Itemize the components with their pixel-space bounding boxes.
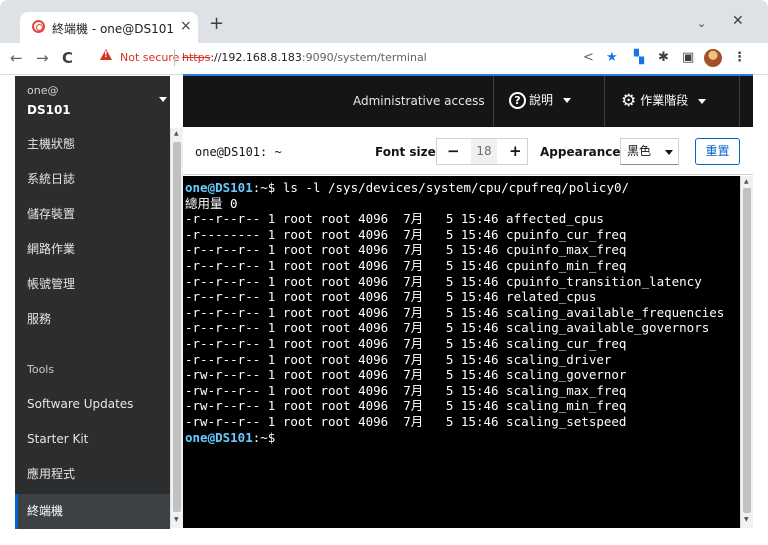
terminal-output-line: -r--r--r-- 1 root root 4096 7月 5 15:46 s… bbox=[185, 335, 627, 351]
terminal-output-line: -r-------- 1 root root 4096 7月 5 15:46 c… bbox=[185, 226, 627, 242]
sidebar-item-services[interactable]: 服務 bbox=[15, 302, 170, 337]
sidebar-item-networking[interactable]: 網路作業 bbox=[15, 232, 170, 267]
sidebar-item-terminal[interactable]: 終端機 bbox=[15, 494, 170, 529]
scroll-down-icon[interactable]: ▼ bbox=[174, 516, 179, 523]
tab-title: 終端機 - one@DS101 bbox=[52, 22, 175, 36]
help-label: 說明 bbox=[529, 93, 554, 107]
browser-menu-icon[interactable]: ⋮ bbox=[733, 50, 746, 66]
terminal-output-line: -rw-r--r-- 1 root root 4096 7月 5 15:46 s… bbox=[185, 382, 627, 398]
side-panel-icon[interactable]: ▣ bbox=[682, 50, 694, 66]
sidebar-item-applications[interactable]: 應用程式 bbox=[15, 457, 170, 492]
host-switcher[interactable]: one@ DS101 bbox=[15, 76, 170, 127]
url-text[interactable]: https://192.168.8.183:9090/system/termin… bbox=[182, 51, 427, 64]
host-user: one@ bbox=[27, 84, 59, 97]
terminal-screen[interactable]: one@DS101:~$ ls -l /sys/devices/system/c… bbox=[183, 176, 740, 528]
tab-strip: 終端機 - one@DS101 × + ⌄ ✕ bbox=[0, 0, 768, 43]
forward-arrow-icon[interactable]: → bbox=[36, 48, 49, 68]
terminal-output-line: -rw-r--r-- 1 root root 4096 7月 5 15:46 s… bbox=[185, 398, 627, 414]
browser-window: 終端機 - one@DS101 × + ⌄ ✕ ← → C Not secure… bbox=[0, 0, 768, 545]
sidebar-section-tools: Tools bbox=[27, 363, 55, 376]
terminal-output-line: -rw-r--r-- 1 root root 4096 7月 5 15:46 s… bbox=[185, 413, 627, 429]
browser-toolbar: ← → C Not secure https://192.168.8.183:9… bbox=[0, 43, 768, 75]
cockpit-favicon-icon bbox=[32, 20, 45, 33]
prompt-path: :~$ bbox=[252, 180, 276, 195]
share-icon[interactable]: < bbox=[583, 50, 594, 66]
terminal-scrollbar-thumb[interactable] bbox=[743, 188, 751, 513]
sidebar-item-logs[interactable]: 系統日誌 bbox=[15, 162, 170, 197]
gear-icon: ⚙ bbox=[621, 91, 637, 111]
administrative-access-button[interactable]: Administrative access bbox=[353, 94, 485, 108]
sidebar-item-starter-kit[interactable]: Starter Kit bbox=[15, 422, 170, 457]
appearance-label: Appearance bbox=[540, 145, 621, 159]
host-name: DS101 bbox=[27, 103, 71, 117]
font-size-increase-button[interactable]: + bbox=[509, 142, 522, 160]
terminal-scrollbar[interactable]: ▲ ▼ bbox=[740, 176, 753, 528]
prompt-user: one@DS101 bbox=[185, 180, 253, 195]
terminal-toolbar: one@DS101: ~ Font size − 18 + Appearance… bbox=[183, 128, 753, 175]
font-size-decrease-button[interactable]: − bbox=[447, 142, 460, 160]
chevron-down-icon bbox=[665, 150, 673, 155]
reset-button[interactable]: 重置 bbox=[695, 138, 740, 165]
browser-tab[interactable]: 終端機 - one@DS101 × bbox=[20, 12, 198, 43]
chevron-down-icon bbox=[563, 98, 572, 103]
extensions-puzzle-icon[interactable]: ✱ bbox=[658, 50, 669, 66]
terminal-command: ls -l /sys/devices/system/cpu/cpufreq/po… bbox=[275, 180, 630, 195]
not-secure-label[interactable]: Not secure bbox=[120, 51, 179, 64]
font-size-value: 18 bbox=[471, 139, 497, 164]
address-bar[interactable]: Not secure https://192.168.8.183:9090/sy… bbox=[92, 46, 562, 72]
tab-search-icon[interactable]: ⌄ bbox=[697, 17, 706, 30]
sidebar-scrollbar-thumb[interactable] bbox=[173, 142, 181, 512]
sidebar-item-storage[interactable]: 儲存裝置 bbox=[15, 197, 170, 232]
profile-avatar[interactable] bbox=[704, 49, 722, 67]
translate-icon[interactable]: ▚ bbox=[634, 50, 644, 66]
scroll-up-icon[interactable]: ▲ bbox=[744, 178, 749, 185]
terminal-output-line: -r--r--r-- 1 root root 4096 7月 5 15:46 s… bbox=[185, 320, 710, 336]
back-arrow-icon[interactable]: ← bbox=[10, 48, 23, 68]
new-tab-button[interactable]: + bbox=[209, 15, 224, 33]
terminal-output-line: -r--r--r-- 1 root root 4096 7月 5 15:46 r… bbox=[185, 289, 597, 305]
terminal-output-line: -rw-r--r-- 1 root root 4096 7月 5 15:46 s… bbox=[185, 367, 627, 383]
bookmark-star-icon[interactable]: ★ bbox=[606, 50, 618, 66]
terminal-command-line: one@DS101:~$ ls -l /sys/devices/system/c… bbox=[185, 180, 740, 196]
terminal-output-line: -r--r--r-- 1 root root 4096 7月 5 15:46 c… bbox=[185, 273, 702, 289]
terminal-output-line: -r--r--r-- 1 root root 4096 7月 5 15:46 s… bbox=[185, 304, 725, 320]
sidebar-item-accounts[interactable]: 帳號管理 bbox=[15, 267, 170, 302]
window-close-icon[interactable]: ✕ bbox=[732, 13, 744, 29]
font-size-label: Font size bbox=[375, 145, 436, 159]
terminal-output-line: -r--r--r-- 1 root root 4096 7月 5 15:46 c… bbox=[185, 257, 627, 273]
terminal-output-line: -r--r--r-- 1 root root 4096 7月 5 15:46 c… bbox=[185, 242, 627, 258]
prompt-user: one@DS101 bbox=[185, 429, 253, 445]
chevron-down-icon bbox=[159, 97, 167, 102]
appearance-value: 黑色 bbox=[627, 144, 652, 158]
header-divider bbox=[493, 76, 494, 127]
terminal-output-line: -r--r--r-- 1 root root 4096 7月 5 15:46 a… bbox=[185, 211, 604, 227]
terminal-total-line: 總用量 0 bbox=[185, 195, 238, 211]
sidebar-item-overview[interactable]: 主機狀態 bbox=[15, 127, 170, 162]
header-divider bbox=[739, 76, 740, 127]
cockpit-header: Administrative access ? 說明 ⚙ 作業階段 bbox=[183, 76, 753, 127]
help-question-icon: ? bbox=[509, 92, 526, 109]
prompt-path: :~$ bbox=[252, 429, 276, 445]
appearance-select[interactable]: 黑色 bbox=[620, 138, 679, 165]
session-label: 作業階段 bbox=[640, 93, 689, 108]
scroll-down-icon[interactable]: ▼ bbox=[744, 516, 749, 523]
reload-icon[interactable]: C bbox=[62, 48, 73, 68]
warning-icon bbox=[100, 49, 112, 60]
sidebar: one@ DS101 主機狀態 系統日誌 儲存裝置 網路作業 帳號管理 服務 T… bbox=[15, 76, 170, 529]
session-menu-button[interactable]: ⚙ 作業階段 bbox=[621, 91, 707, 111]
tab-close-icon[interactable]: × bbox=[180, 18, 192, 34]
sidebar-item-software-updates[interactable]: Software Updates bbox=[15, 387, 170, 422]
terminal-prompt-line: one@DS101:~$ bbox=[185, 430, 740, 446]
chevron-down-icon bbox=[698, 98, 707, 104]
font-size-stepper: − 18 + bbox=[436, 138, 528, 165]
terminal-title: one@DS101: ~ bbox=[195, 145, 282, 159]
url-separator bbox=[174, 49, 175, 66]
help-menu-button[interactable]: ? 說明 bbox=[509, 91, 572, 109]
terminal-output-line: -r--r--r-- 1 root root 4096 7月 5 15:46 s… bbox=[185, 351, 612, 367]
scroll-up-icon[interactable]: ▲ bbox=[174, 130, 179, 137]
sidebar-scrollbar[interactable]: ▲ ▼ bbox=[170, 128, 183, 528]
header-divider bbox=[604, 76, 605, 127]
